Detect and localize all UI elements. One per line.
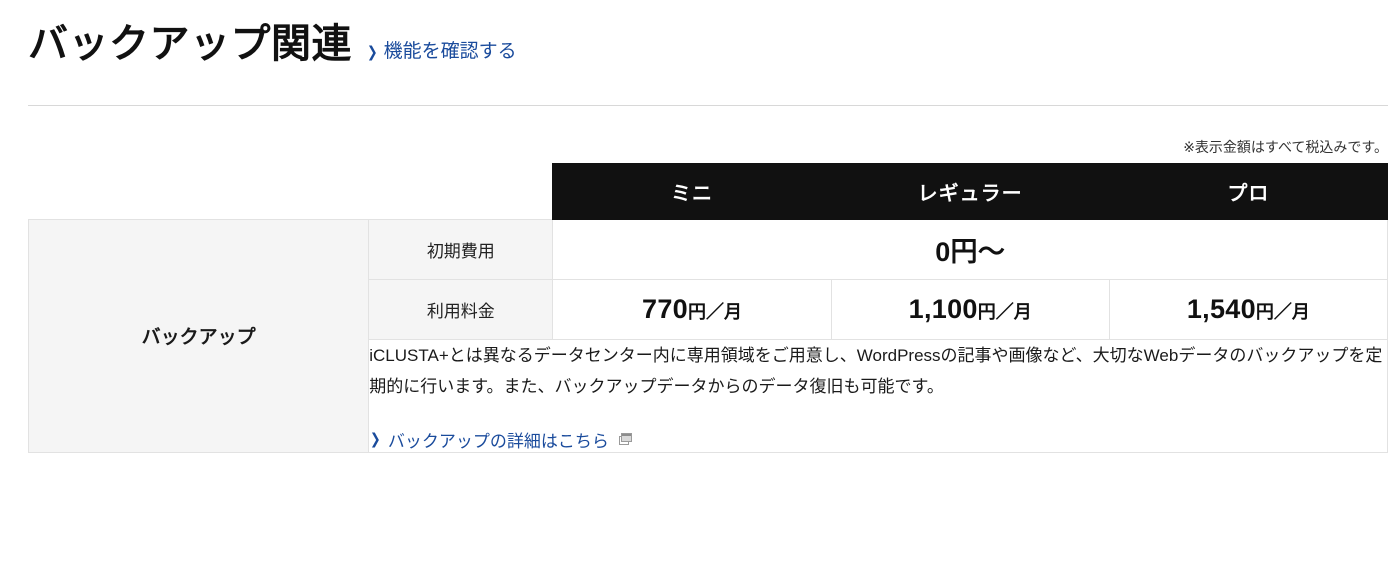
check-features-link-label: 機能を確認する xyxy=(383,41,517,62)
page-title: バックアップ関連 xyxy=(28,22,352,66)
pricing-table: ミニ レギュラー プロ バックアップ 初期費用 0円〜 利用料金 770円／月 … xyxy=(27,163,1389,453)
plan-header-mini: ミニ xyxy=(552,163,832,220)
check-features-link[interactable]: ❯ 機能を確認する xyxy=(366,36,517,63)
usage-fee-pro: 1,540円／月 xyxy=(1108,279,1389,340)
row-label-usage-fee: 利用料金 xyxy=(368,279,554,340)
table-row-initial-cost: バックアップ 初期費用 0円〜 xyxy=(27,219,1388,453)
plan-header-regular: レギュラー xyxy=(830,163,1110,220)
chevron-right-icon: ❯ xyxy=(370,431,381,449)
chevron-right-icon: ❯ xyxy=(366,44,378,61)
usage-fee-mini-amount: 770 xyxy=(642,294,688,324)
feature-description-cell: iCLUSTA+とは異なるデータセンター内に専用領域をご用意し、WordPres… xyxy=(368,339,1388,453)
feature-detail-link-row: ❯ バックアップの詳細はこちら xyxy=(369,427,1387,452)
usage-fee-mini-unit: 円／月 xyxy=(687,302,742,322)
section-header: バックアップ関連 ❯ 機能を確認する xyxy=(28,24,1388,64)
backup-detail-link[interactable]: ❯ バックアップの詳細はこちら xyxy=(369,427,632,452)
row-label-initial-cost: 初期費用 xyxy=(368,219,554,280)
usage-fee-pro-amount: 1,540 xyxy=(1186,294,1256,324)
table-header-row: ミニ レギュラー プロ xyxy=(28,163,1389,220)
tax-note: ※表示金額はすべて税込みです。 xyxy=(1183,139,1388,155)
usage-fee-pro-unit: 円／月 xyxy=(1255,302,1310,322)
initial-cost-amount: 0円〜 xyxy=(935,237,1006,267)
table-corner-blank xyxy=(28,163,553,220)
backup-detail-link-label: バックアップの詳細はこちら xyxy=(387,431,609,451)
usage-fee-regular-unit: 円／月 xyxy=(977,302,1032,322)
group-label-backup: バックアップ xyxy=(27,219,370,453)
initial-cost-value: 0円〜 xyxy=(552,219,1388,280)
usage-fee-regular-amount: 1,100 xyxy=(908,294,978,324)
external-link-icon xyxy=(618,433,632,446)
plan-header-pro: プロ xyxy=(1108,163,1389,220)
header-divider xyxy=(28,105,1388,106)
usage-fee-mini: 770円／月 xyxy=(552,279,832,340)
feature-description-text: iCLUSTA+とは異なるデータセンター内に専用領域をご用意し、WordPres… xyxy=(369,346,1383,397)
usage-fee-regular: 1,100円／月 xyxy=(830,279,1110,340)
